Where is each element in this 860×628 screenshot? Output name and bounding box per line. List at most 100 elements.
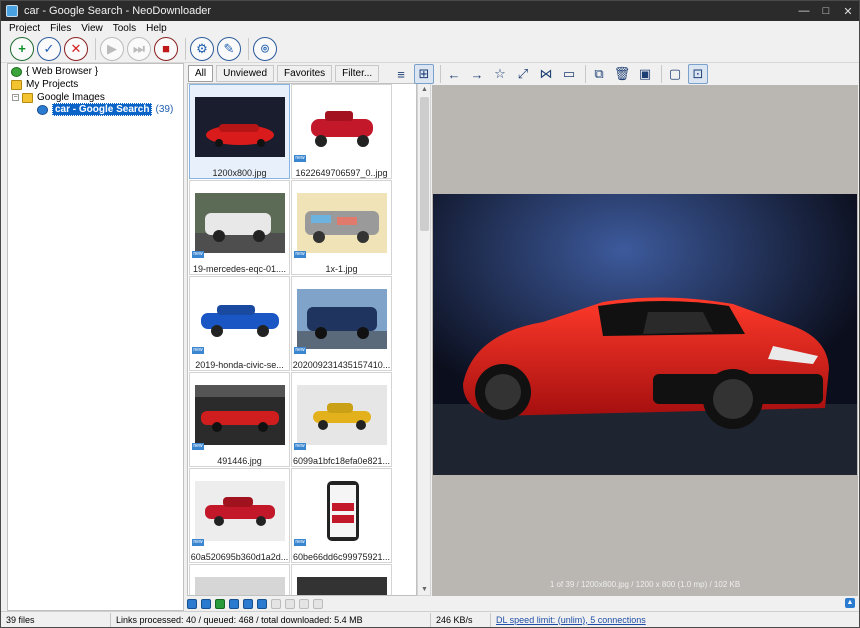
app-window: car - Google Search - NeoDownloader — □ … [0, 0, 860, 628]
slideshow-icon[interactable]: ▭ [559, 64, 579, 84]
trash-icon[interactable]: 🗑 [612, 64, 632, 84]
project-icon [37, 104, 48, 115]
tree-label-selected: car - Google Search [52, 103, 153, 116]
tree-item-my-projects[interactable]: My Projects [11, 78, 78, 91]
window-title: car - Google Search - NeoDownloader [24, 5, 212, 17]
menu-project[interactable]: Project [9, 23, 40, 34]
thumbnail-item[interactable]: new 2019-honda-civic-se... [189, 276, 290, 371]
add-icon[interactable]: + [10, 36, 34, 61]
thumbnail-item[interactable]: new 491446.jpg [189, 372, 290, 467]
thumbnail-item[interactable]: new 20200923143515741​0... [291, 276, 392, 371]
thumbnail-caption: 60be66dd6c99975921... [292, 552, 391, 562]
check-icon[interactable]: ✓ [37, 36, 61, 61]
thumbnail-item[interactable]: new 60a520695b360d1a2d... [189, 468, 290, 563]
minimize-button[interactable]: — [793, 1, 815, 21]
new-badge: new [294, 347, 306, 354]
thumbnail-image [297, 289, 387, 349]
tree-label: Google Images [37, 92, 105, 103]
thumbnail-caption: 60a520695b360d1a2d... [190, 552, 289, 562]
maximize-button[interactable]: □ [815, 1, 837, 21]
playback-bar: ▲ [187, 597, 859, 610]
tab-unviewed[interactable]: Unviewed [216, 64, 275, 82]
thumbnail-item[interactable] [291, 564, 392, 595]
close-button[interactable]: ✕ [837, 1, 859, 21]
new-badge: new [294, 155, 306, 162]
cancel-icon[interactable]: ✕ [64, 36, 88, 61]
folder-icon [22, 92, 33, 103]
fullscreen-icon[interactable]: ▢ [665, 64, 685, 84]
menu-view[interactable]: View [81, 23, 103, 34]
thumbnail-item[interactable]: new 19-mercedes-eqc-01.... [189, 180, 290, 275]
download-icon[interactable] [215, 598, 225, 609]
thumbnail-scrollbar[interactable]: ▲ ▼ [417, 83, 431, 596]
settings-icon[interactable]: ⚙ [190, 36, 214, 61]
thumbnail-image [297, 193, 387, 253]
crop-icon[interactable]: ⧉ [589, 64, 609, 84]
project-tree: { Web Browser } My Projects − Google Ima… [7, 63, 184, 611]
new-badge: new [192, 443, 204, 450]
toolbar-separator [661, 65, 662, 83]
arrow-left-icon[interactable]: ← [444, 64, 464, 84]
thumbnail-item[interactable]: new 1x-1.jpg [291, 180, 392, 275]
thumbnail-image [297, 385, 387, 445]
thumbnail-item[interactable]: new 1622649706597_0..jpg [291, 84, 392, 179]
status-speed: 246 KB/s [431, 612, 491, 627]
menu-files[interactable]: Files [50, 23, 71, 34]
brush-icon[interactable]: ✎ [217, 36, 241, 61]
grid-view-icon[interactable]: ⊞ [414, 64, 434, 84]
disabled-icon [271, 598, 281, 609]
menu-tools[interactable]: Tools [113, 23, 136, 34]
thumbnail-image [195, 193, 285, 253]
wallpaper-icon[interactable]: ▣ [635, 64, 655, 84]
thumbnail-caption: 19-mercedes-eqc-01.... [192, 264, 287, 274]
thumbnail-caption: 1622649706597_0..jpg [295, 168, 388, 178]
thumbnail-item[interactable]: new 60be66dd6c99975921... [291, 468, 392, 563]
tree-label: { Web Browser } [26, 66, 99, 77]
collapse-icon[interactable]: − [12, 94, 19, 101]
tab-all[interactable]: All [188, 64, 214, 82]
image-info: 1 of 39 / 1200x800.jpg / 1200 x 800 (1.0… [549, 580, 741, 589]
thumbnail-item[interactable] [189, 564, 290, 595]
disabled-icon [313, 598, 323, 609]
thumbnail-item[interactable]: new 6099a1bfc18efa0e821... [291, 372, 392, 467]
tree-item-project[interactable]: car - Google Search (39) [37, 103, 173, 116]
thumbnail-caption: 2019-honda-civic-se... [195, 360, 284, 370]
scroll-top-icon[interactable]: ▲ [845, 598, 855, 608]
menu-help[interactable]: Help [146, 23, 167, 34]
play-icon[interactable]: ▶ [100, 36, 124, 61]
play-icon[interactable] [229, 598, 239, 609]
main-toolbar: + ✓ ✕ ▶ ⏭ ■ ⚙ ✎ ⌾ [1, 35, 859, 63]
star-icon[interactable]: ☆ [490, 64, 510, 84]
list-view-icon[interactable]: ≡ [391, 64, 411, 84]
app-icon [6, 5, 18, 17]
thumbnail-item[interactable]: 1200x800.jpg [189, 84, 290, 179]
thumbnail-image [195, 385, 285, 445]
next-icon[interactable] [243, 598, 253, 609]
thumbnail-image [195, 481, 285, 541]
toolbar-separator [585, 65, 586, 83]
prev-icon[interactable] [201, 598, 211, 609]
link-icon[interactable]: ⤢ [513, 64, 533, 84]
map-pin-icon[interactable]: ⌾ [253, 36, 277, 61]
tree-item-web-browser[interactable]: { Web Browser } [11, 65, 98, 78]
speed-limit-link[interactable]: DL speed limit: (unlim), 5 connections [491, 613, 741, 627]
project-count: (39) [155, 104, 174, 115]
scroll-up-icon[interactable]: ▲ [420, 85, 429, 94]
play-next-icon[interactable]: ⏭ [127, 36, 151, 61]
menu-bar: Project Files View Tools Help [1, 21, 859, 35]
new-badge: new [294, 539, 306, 546]
scroll-down-icon[interactable]: ▼ [420, 585, 429, 594]
fit-size-icon[interactable]: ⊡ [688, 64, 708, 84]
stop-icon[interactable]: ■ [154, 36, 178, 61]
arrow-right-icon[interactable]: → [467, 64, 487, 84]
first-icon[interactable] [187, 598, 197, 609]
new-badge: new [192, 251, 204, 258]
preview-image [433, 194, 857, 475]
tab-favorites[interactable]: Favorites [277, 64, 333, 82]
last-icon[interactable] [257, 598, 267, 609]
share-icon[interactable]: ⋈ [536, 64, 556, 84]
scroll-thumb[interactable] [420, 97, 429, 231]
thumbnail-caption: 20200923143515741​0... [292, 360, 391, 370]
tab-filter[interactable]: Filter... [335, 64, 380, 82]
title-bar: car - Google Search - NeoDownloader — □ … [1, 1, 859, 21]
